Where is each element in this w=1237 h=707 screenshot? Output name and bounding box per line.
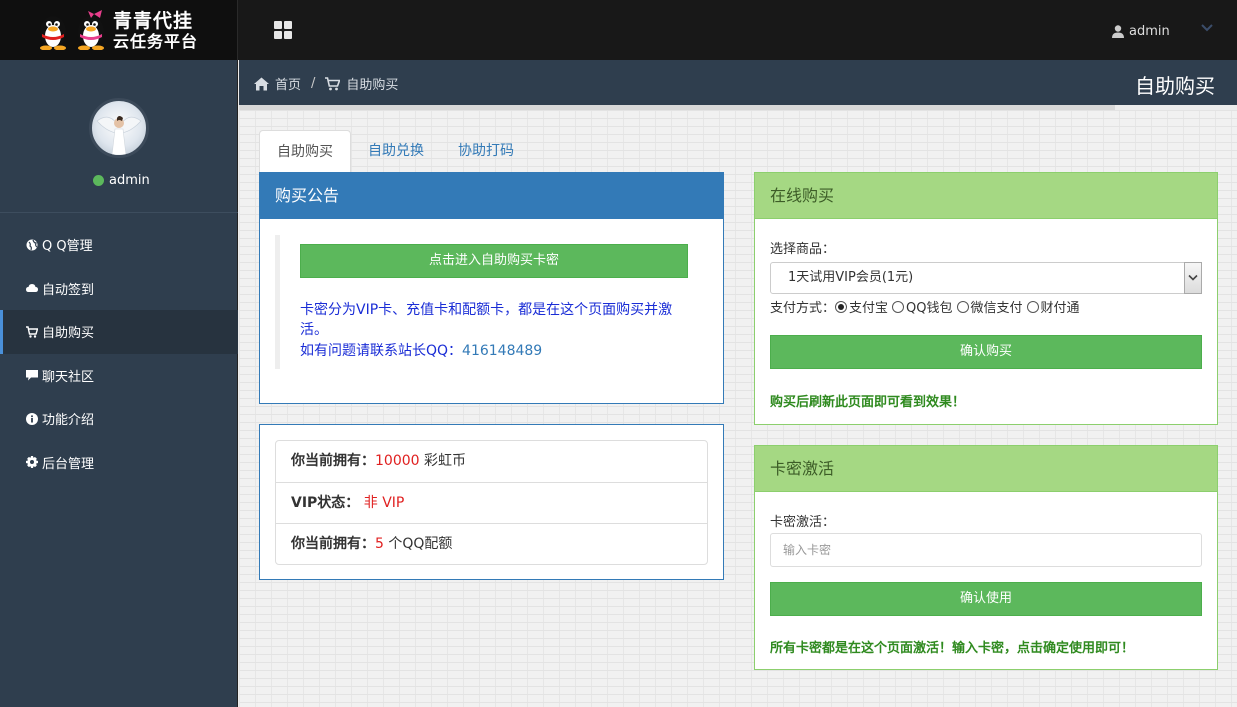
radio-icon — [956, 300, 969, 313]
breadcrumb-separator: / — [311, 76, 316, 91]
sidebar-toggle-grid-icon[interactable] — [274, 21, 292, 39]
row-label: 你当前拥有： — [291, 453, 375, 469]
list-item-coins: 你当前拥有：10000 彩虹币 — [276, 441, 707, 482]
panel-title: 卡密激活 — [755, 446, 1217, 492]
breadcrumb-current: 自助购买 — [346, 78, 399, 93]
pay-option-label: QQ钱包 — [906, 301, 953, 316]
pay-option-wechat[interactable]: 微信支付 — [956, 297, 1023, 316]
radio-icon — [1026, 300, 1039, 313]
select-arrow[interactable] — [1184, 262, 1202, 294]
home-icon — [254, 77, 269, 90]
page-title: 自助购买 — [1135, 74, 1215, 98]
online-purchase-panel: 在线购买 选择商品： 1天试用VIP会员(1元) 支付方式： 支付宝 QQ钱包 … — [754, 172, 1218, 425]
sidebar-nav: Q Q管理 自动签到 自助购买 聊天社区 功能介绍 后台管理 — [0, 223, 238, 484]
tab-self-purchase[interactable]: 自助购买 — [259, 130, 351, 172]
sidebar-item-label: 自助购买 — [42, 326, 95, 342]
panel-title: 在线购买 — [755, 173, 1217, 219]
card-activation-panel: 卡密激活 卡密激活： 输入卡密 确认使用 所有卡密都是在这个页面激活！输入卡密，… — [754, 445, 1218, 670]
pay-option-label: 财付通 — [1040, 301, 1080, 316]
status-list: 你当前拥有：10000 彩虹币 VIP状态： 非 VIP 你当前拥有：5 个QQ… — [275, 440, 708, 565]
user-online-status: admin — [93, 173, 150, 188]
payment-label: 支付方式： — [770, 301, 836, 316]
breadcrumb-home-link[interactable]: 首页 — [275, 74, 301, 93]
brand-subtitle: 云任务平台 — [113, 32, 199, 51]
sidebar: admin Q Q管理 自动签到 自助购买 聊天社区 功能介绍 后台管理 — [0, 60, 238, 707]
sidebar-item-label: 聊天社区 — [42, 369, 95, 385]
sidebar-item-qq-manage[interactable]: Q Q管理 — [0, 223, 238, 267]
admin-qq-number: 416148489 — [462, 343, 543, 359]
brand-logo[interactable]: 青青代挂 云任务平台 — [0, 0, 238, 60]
brand-title: 青青代挂 — [113, 10, 194, 32]
gear-icon — [26, 456, 38, 469]
row-suffix: 彩虹币 — [419, 453, 466, 469]
coin-balance: 10000 — [375, 453, 420, 469]
info-icon — [26, 412, 38, 425]
avatar-image — [96, 116, 142, 155]
list-item-qq-quota: 你当前拥有：5 个QQ配额 — [276, 523, 707, 564]
cart-icon — [26, 326, 38, 338]
pay-option-label: 支付宝 — [849, 301, 889, 316]
avatar[interactable] — [89, 98, 149, 158]
chevron-down-icon — [1201, 24, 1213, 32]
notice-blockquote: 点击进入自助购买卡密 卡密分为VIP卡、充值卡和配额卡，都是在这个页面购买并激活… — [275, 235, 709, 369]
chevron-down-icon — [1188, 274, 1198, 281]
confirm-activate-button[interactable]: 确认使用 — [770, 582, 1202, 616]
radio-icon — [892, 300, 905, 313]
enter-purchase-card-button[interactable]: 点击进入自助购买卡密 — [300, 244, 688, 278]
notice-contact: 如有问题请联系站长QQ：416148489 — [300, 340, 542, 360]
sidebar-item-label: 自动签到 — [42, 282, 95, 298]
pay-option-qqwallet[interactable]: QQ钱包 — [892, 297, 953, 316]
user-icon — [1112, 24, 1124, 38]
account-status-panel: 你当前拥有：10000 彩虹币 VIP状态： 非 VIP 你当前拥有：5 个QQ… — [259, 424, 724, 580]
sidebar-divider — [0, 212, 238, 213]
pay-option-alipay[interactable]: 支付宝 — [835, 297, 888, 316]
payment-method-group: 支付方式： 支付宝 QQ钱包 微信支付 财付通 — [770, 297, 1084, 316]
card-key-input[interactable]: 输入卡密 — [770, 533, 1202, 567]
sidebar-item-label: 功能介绍 — [42, 413, 95, 429]
panel-title: 购买公告 — [260, 173, 723, 219]
notice-contact-label: 如有问题请联系站长QQ： — [300, 343, 463, 359]
globe-icon — [26, 239, 38, 251]
pay-option-tenpay[interactable]: 财付通 — [1026, 297, 1080, 316]
sidebar-item-label: Q Q管理 — [42, 239, 93, 255]
card-key-label: 卡密激活： — [770, 515, 836, 530]
sidebar-item-admin[interactable]: 后台管理 — [0, 441, 238, 485]
confirm-purchase-button[interactable]: 确认购买 — [770, 335, 1202, 369]
purchase-note: 购买后刷新此页面即可看到效果！ — [770, 395, 966, 410]
cloud-icon — [26, 284, 38, 293]
notice-text: 卡密分为VIP卡、充值卡和配额卡，都是在这个页面购买并激活。 — [300, 302, 673, 338]
sidebar-item-self-purchase[interactable]: 自助购买 — [0, 310, 238, 354]
radio-selected-icon — [835, 300, 848, 313]
product-selected-value: 1天试用VIP会员(1元) — [788, 270, 914, 285]
product-select[interactable]: 1天试用VIP会员(1元) — [770, 262, 1202, 294]
row-label: VIP状态： — [291, 495, 360, 511]
qq-penguin-logo-icon — [40, 10, 104, 50]
main-content: 自助购买 自助兑换 协助打码 购买公告 点击进入自助购买卡密 卡密分为VIP卡、… — [239, 110, 1237, 707]
user-dropdown[interactable]: admin — [1112, 20, 1213, 42]
sidebar-username: admin — [109, 173, 150, 188]
row-label: 你当前拥有： — [291, 536, 375, 552]
activation-note: 所有卡密都是在这个页面激活！输入卡密，点击确定使用即可！ — [770, 641, 1135, 656]
vip-status-value: 非 VIP — [363, 495, 405, 511]
tab-bar: 自助购买 自助兑换 协助打码 — [259, 130, 531, 172]
breadcrumb: 首页 / 自助购买 — [254, 74, 398, 93]
top-navbar: 青青代挂 云任务平台 admin — [0, 0, 1237, 60]
tab-captcha-assist[interactable]: 协助打码 — [441, 130, 531, 172]
tab-self-exchange[interactable]: 自助兑换 — [351, 130, 441, 172]
product-label: 选择商品： — [770, 242, 836, 257]
qq-quota-count: 5 — [375, 536, 384, 552]
sidebar-item-chat-community[interactable]: 聊天社区 — [0, 354, 238, 398]
row-suffix: 个QQ配额 — [383, 536, 453, 552]
online-dot-icon — [93, 175, 104, 186]
list-item-vip-status: VIP状态： 非 VIP — [276, 482, 707, 523]
pay-option-label: 微信支付 — [970, 301, 1023, 316]
sidebar-item-label: 后台管理 — [42, 456, 95, 472]
header-username: admin — [1129, 23, 1170, 39]
cart-icon — [325, 76, 341, 90]
breadcrumb-bar: 首页 / 自助购买 自助购买 — [239, 60, 1237, 110]
purchase-notice-panel: 购买公告 点击进入自助购买卡密 卡密分为VIP卡、充值卡和配额卡，都是在这个页面… — [259, 172, 724, 404]
sidebar-item-features[interactable]: 功能介绍 — [0, 397, 238, 441]
sidebar-item-auto-signin[interactable]: 自动签到 — [0, 267, 238, 311]
comment-icon — [26, 370, 38, 381]
